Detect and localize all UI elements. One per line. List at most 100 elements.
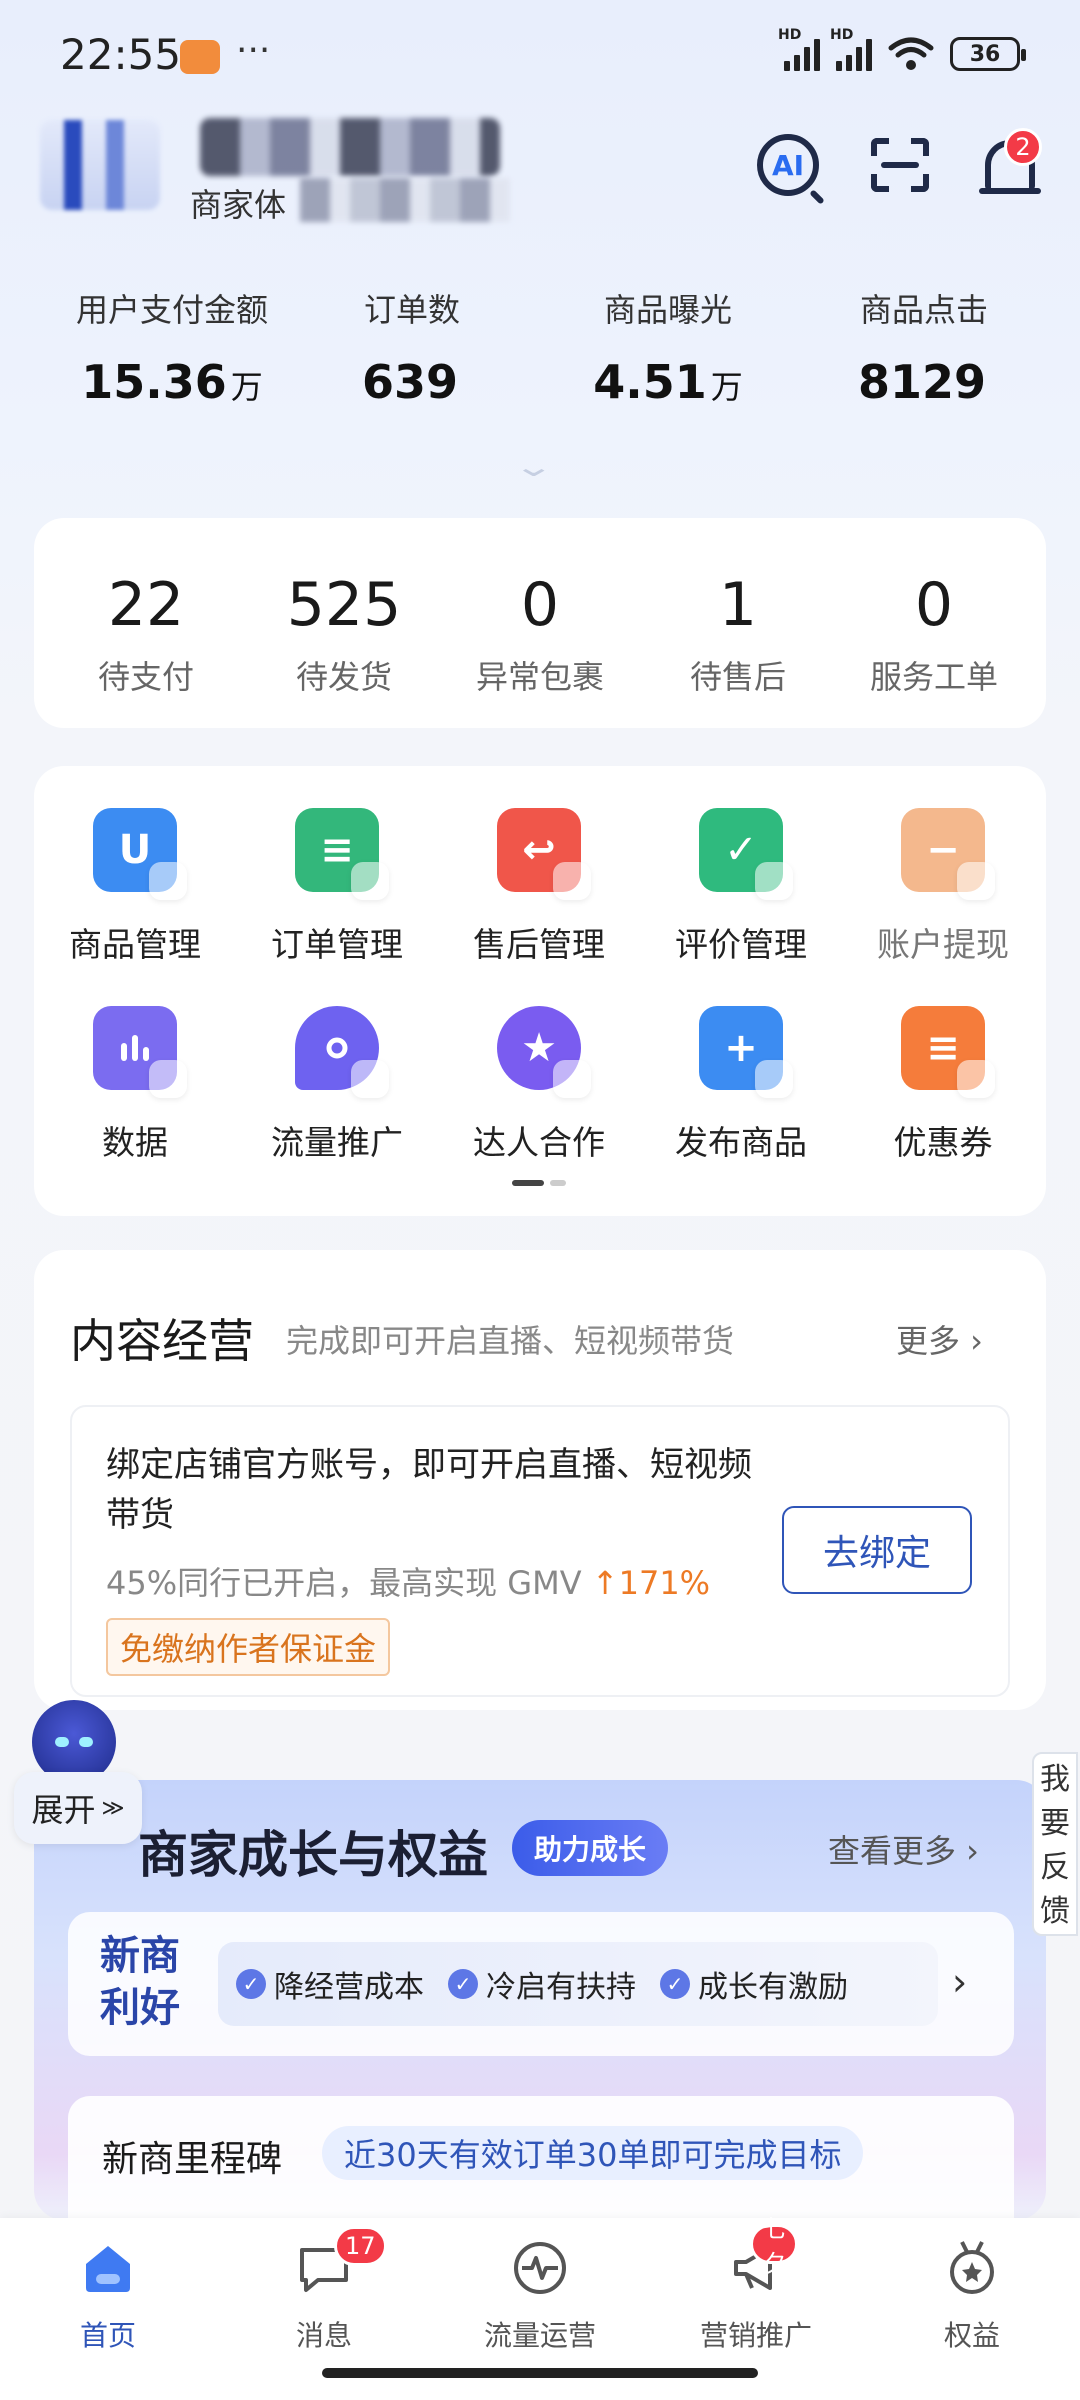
check-review-icon: ✓	[699, 808, 793, 900]
expand-button[interactable]: 展开 ≫	[14, 1772, 142, 1844]
order-status-pending-payment[interactable]: 22 待支付	[46, 570, 246, 698]
tool-label: 流量推广	[271, 1123, 403, 1162]
chevron-down-icon: ≫	[101, 1795, 125, 1821]
check-icon: ✓	[236, 1969, 266, 1999]
ai-label: AI	[771, 148, 805, 182]
feedback-tab[interactable]: 我要反馈	[1032, 1752, 1078, 1936]
chevron-right-icon[interactable]: ›	[952, 1960, 967, 2004]
rocket-icon	[295, 1006, 389, 1098]
order-label: 待售后	[689, 658, 786, 696]
stat-label: 商品曝光	[603, 291, 732, 329]
tool-traffic-promotion[interactable]: 流量推广	[242, 1006, 432, 1164]
growth-more-link[interactable]: 查看更多 ›	[828, 1826, 979, 1872]
stat-label: 商品点击	[859, 291, 988, 329]
wallet-icon: −	[901, 808, 995, 900]
nav-marketing[interactable]: 七夕 营销推广	[648, 2215, 864, 2354]
tool-label: 数据	[102, 1123, 168, 1162]
shop-subtitle: 商家体	[190, 186, 287, 224]
tool-influencer-cooperation[interactable]: ★ 达人合作	[444, 1006, 634, 1164]
stat-value: 4.51 万	[593, 355, 743, 409]
scan-icon[interactable]	[860, 125, 940, 205]
message-icon: 17	[294, 2226, 387, 2296]
nav-label: 权益	[943, 2319, 1000, 2352]
status-more-dots: ···	[236, 30, 271, 71]
content-title: 内容经营	[70, 1314, 254, 1368]
wifi-icon	[888, 37, 934, 70]
tool-after-sale-management[interactable]: ↩ 售后管理	[444, 808, 634, 966]
status-indicators: HD HD 36	[778, 27, 1026, 72]
order-label: 服务工单	[869, 658, 998, 696]
order-count: 525	[286, 570, 402, 640]
order-count: 1	[718, 570, 758, 640]
nav-label: 流量运营	[483, 2319, 596, 2352]
notification-app-icon	[180, 40, 220, 74]
ai-search-icon[interactable]: AI	[748, 125, 828, 205]
benefit-chips: ✓ 降经营成本 ✓ 冷启有扶持 ✓ 成长有激励	[218, 1942, 938, 2026]
coupon-icon: ≡	[901, 1006, 995, 1098]
home-indicator[interactable]	[322, 2368, 758, 2378]
stat-payment-amount[interactable]: 用户支付金额 15.36 万	[42, 285, 302, 409]
order-status-after-sale[interactable]: 1 待售后	[638, 570, 838, 698]
plus-icon: +	[699, 1006, 793, 1098]
grid-page-indicator	[512, 1180, 572, 1188]
tool-label: 订单管理	[271, 925, 403, 964]
bind-tag: 免缴纳作者保证金	[106, 1618, 391, 1676]
stat-value: 8129	[857, 355, 987, 409]
signal-2-icon: HD	[830, 27, 872, 71]
tool-account-withdraw[interactable]: − 账户提现	[848, 808, 1038, 966]
tool-label: 商品管理	[69, 925, 201, 964]
tool-order-management[interactable]: ≡ 订单管理	[242, 808, 432, 966]
content-subtitle: 完成即可开启直播、短视频带货	[286, 1322, 735, 1360]
stat-order-count[interactable]: 订单数 639	[282, 285, 542, 409]
nav-traffic-operations[interactable]: 流量运营	[432, 2240, 648, 2354]
order-status-service-ticket[interactable]: 0 服务工单	[834, 570, 1034, 698]
order-count: 0	[520, 570, 560, 640]
stat-value: 15.36 万	[81, 355, 263, 409]
message-badge: 17	[334, 2226, 387, 2266]
order-count: 0	[914, 570, 954, 640]
benefit-title: 新商利好	[100, 1933, 180, 2031]
bar-chart-icon	[93, 1006, 187, 1098]
check-icon: ✓	[448, 1969, 478, 1999]
tool-coupon[interactable]: ≡ 优惠券	[848, 1006, 1038, 1164]
benefit-chip: ✓ 冷启有扶持	[448, 1962, 636, 2006]
nav-messages[interactable]: 17 消息	[216, 2226, 432, 2354]
stat-value: 639	[361, 355, 459, 409]
nav-home[interactable]: 首页	[0, 2240, 216, 2354]
tool-label: 发布商品	[675, 1123, 807, 1162]
tool-label: 优惠券	[893, 1123, 993, 1162]
shop-avatar[interactable]	[40, 120, 160, 210]
check-icon: ✓	[660, 1969, 690, 1999]
bell-badge: 2	[1004, 128, 1042, 166]
shop-subtitle-redacted	[300, 178, 510, 222]
order-list-icon: ≡	[295, 808, 389, 900]
tool-publish-product[interactable]: + 发布商品	[646, 1006, 836, 1164]
bind-button[interactable]: 去绑定	[782, 1506, 972, 1594]
star-badge-icon: ★	[497, 1006, 591, 1098]
order-label: 异常包裹	[475, 658, 604, 696]
tool-data[interactable]: 数据	[40, 1006, 230, 1164]
tool-review-management[interactable]: ✓ 评价管理	[646, 808, 836, 966]
signal-1-icon: HD	[778, 27, 820, 71]
benefit-chip: ✓ 成长有激励	[660, 1962, 848, 2006]
order-status-abnormal-package[interactable]: 0 异常包裹	[440, 570, 640, 698]
stat-product-exposure[interactable]: 商品曝光 4.51 万	[538, 285, 798, 409]
shopping-bag-icon: U	[93, 808, 187, 900]
medal-icon	[942, 2240, 1002, 2296]
tool-label: 售后管理	[473, 925, 605, 964]
nav-benefits[interactable]: 权益	[864, 2240, 1080, 2354]
growth-rate: ↑171%	[591, 1564, 711, 1602]
order-label: 待支付	[97, 658, 194, 696]
stat-label: 订单数	[363, 291, 460, 329]
stat-product-clicks[interactable]: 商品点击 8129	[794, 285, 1054, 409]
order-label: 待发货	[295, 658, 392, 696]
nav-label: 消息	[295, 2319, 352, 2352]
stats-expand-chevron-icon[interactable]: ⌄	[513, 450, 555, 483]
tool-product-management[interactable]: U 商品管理	[40, 808, 230, 966]
order-status-pending-shipment[interactable]: 525 待发货	[244, 570, 444, 698]
tool-label: 评价管理	[675, 925, 807, 964]
milestone-tag: 近30天有效订单30单即可完成目标	[322, 2126, 864, 2180]
bind-account-stat: 45%同行已开启，最高实现 GMV ↑171%	[106, 1564, 711, 1602]
content-more-link[interactable]: 更多 ›	[896, 1316, 983, 1362]
benefit-chip: ✓ 降经营成本	[236, 1962, 424, 2006]
